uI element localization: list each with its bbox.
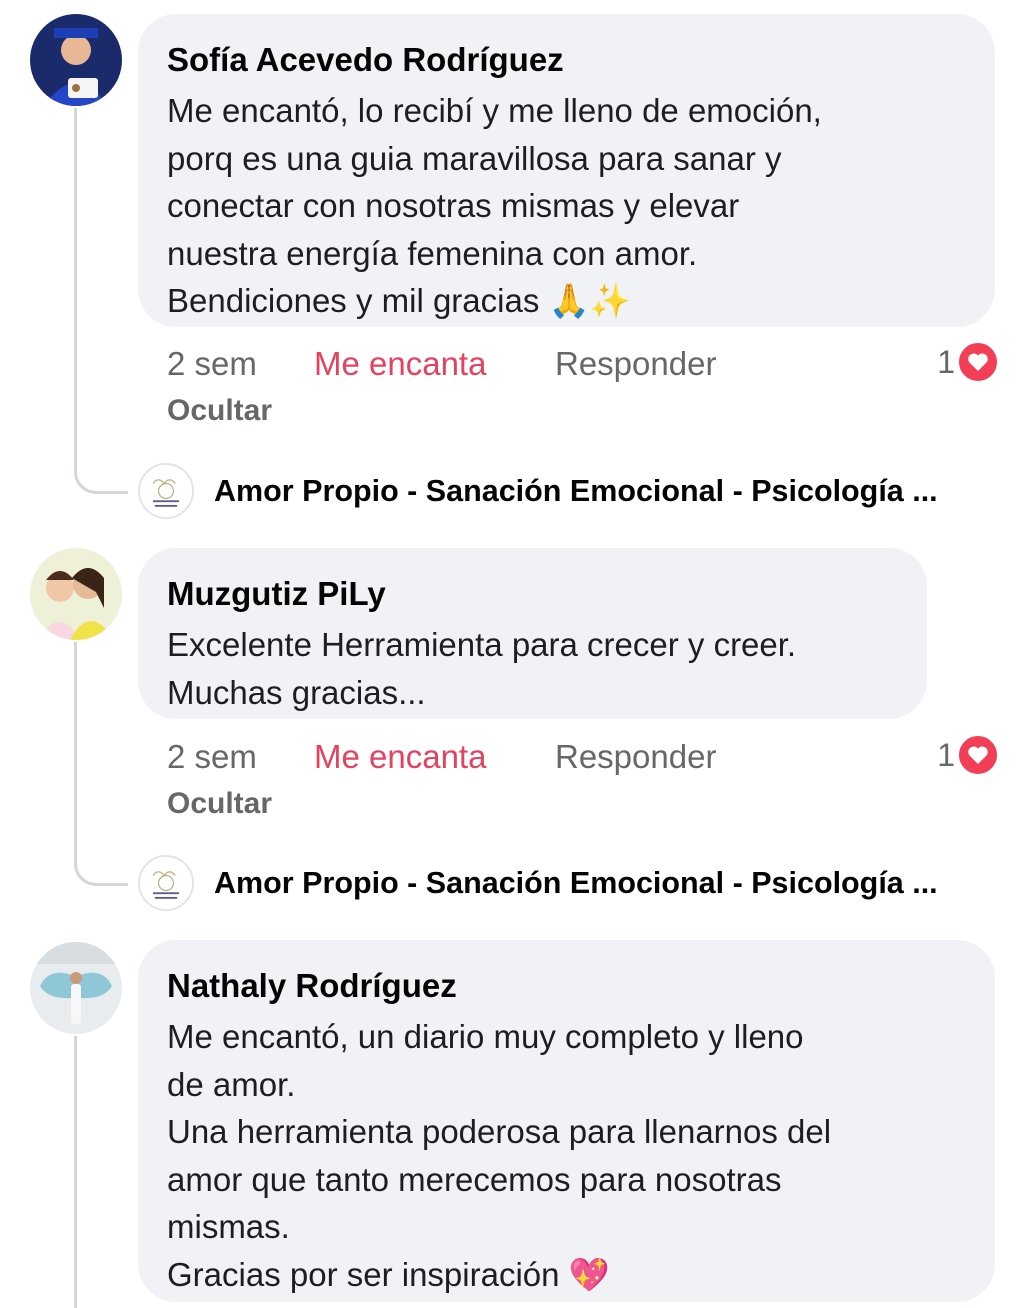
- love-button[interactable]: Me encanta: [314, 344, 486, 384]
- comment-bubble[interactable]: Sofía Acevedo Rodríguez Me encantó, lo r…: [138, 14, 995, 327]
- page-reply-name[interactable]: Amor Propio - Sanación Emocional - Psico…: [214, 866, 1014, 901]
- comment-author[interactable]: Muzgutiz PiLy: [167, 574, 897, 614]
- thread-connector: [74, 456, 128, 494]
- prayer-sparkles-emoji: 🙏✨: [548, 281, 631, 320]
- comment-text: Excelente Herramienta para crecer y cree…: [167, 626, 797, 711]
- reaction-count: 1: [937, 736, 955, 773]
- avatar-sofia[interactable]: [30, 14, 122, 106]
- page-logo-avatar: [138, 463, 194, 519]
- comment-time[interactable]: 2 sem: [167, 737, 257, 777]
- comment-bubble[interactable]: Muzgutiz PiLy Excelente Herramienta para…: [138, 548, 927, 719]
- sparkling-heart-emoji: 💖: [568, 1254, 610, 1294]
- comment-author[interactable]: Nathaly Rodríguez: [167, 966, 965, 1006]
- thread-line: [74, 1036, 77, 1308]
- mother-daughter-avatar: [30, 548, 122, 640]
- thread-line: [74, 108, 77, 456]
- page-reply-row[interactable]: Amor Propio - Sanación Emocional - Psico…: [138, 855, 1014, 911]
- avatar-muzgutiz[interactable]: [30, 548, 122, 640]
- comment-text-content: Me encantó, lo recibí y me lleno de emoc…: [167, 92, 822, 319]
- reply-button[interactable]: Responder: [555, 737, 716, 777]
- hide-button[interactable]: Ocultar: [167, 394, 272, 428]
- angel-wings-avatar: [30, 942, 122, 1034]
- child-graduate-avatar: [30, 14, 122, 106]
- comment-bubble[interactable]: Nathaly Rodríguez Me encantó, un diario …: [138, 940, 995, 1302]
- reaction-count: 1: [937, 343, 955, 380]
- page-reply-name[interactable]: Amor Propio - Sanación Emocional - Psico…: [214, 474, 1014, 509]
- page-reply-row[interactable]: Amor Propio - Sanación Emocional - Psico…: [138, 463, 1014, 519]
- comment-time[interactable]: 2 sem: [167, 344, 257, 384]
- heart-icon: [959, 736, 997, 774]
- comment-text-content: Me encantó, un diario muy completo y lle…: [167, 1018, 832, 1293]
- comment-text: Me encantó, un diario muy completo y lle…: [167, 1013, 965, 1298]
- page-logo-avatar: [138, 855, 194, 911]
- heart-icon: [959, 343, 997, 381]
- reply-button[interactable]: Responder: [555, 344, 716, 384]
- avatar-nathaly[interactable]: [30, 942, 122, 1034]
- hide-button[interactable]: Ocultar: [167, 787, 272, 821]
- comment-author[interactable]: Sofía Acevedo Rodríguez: [167, 40, 965, 80]
- reaction-summary[interactable]: 1: [937, 736, 997, 774]
- thread-line: [74, 642, 77, 848]
- comment-text: Me encantó, lo recibí y me lleno de emoc…: [167, 87, 965, 325]
- love-button[interactable]: Me encanta: [314, 737, 486, 777]
- reaction-summary[interactable]: 1: [937, 343, 997, 381]
- thread-connector: [74, 848, 128, 886]
